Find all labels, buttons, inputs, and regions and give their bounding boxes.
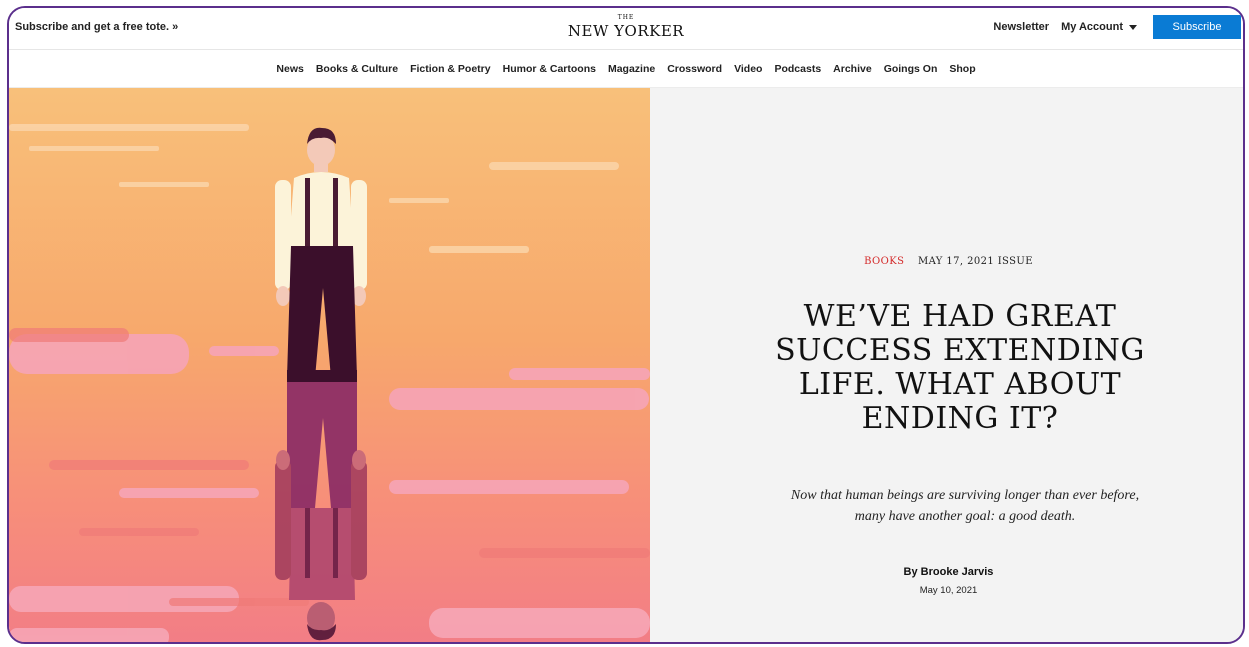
- hero-illustration: [9, 88, 650, 642]
- nav-item-shop[interactable]: Shop: [949, 63, 975, 75]
- byline: By Brooke Jarvis: [650, 566, 1243, 578]
- nav-item-archive[interactable]: Archive: [833, 63, 872, 75]
- top-right-actions: Newsletter My Account Subscribe: [993, 14, 1243, 40]
- nav-item-news[interactable]: News: [276, 63, 303, 75]
- author-link[interactable]: By Brooke Jarvis: [904, 566, 994, 578]
- top-bar: Subscribe and get a free tote. » THE NEW…: [9, 8, 1243, 50]
- nav-item-goings-on[interactable]: Goings On: [884, 63, 938, 75]
- subscribe-button[interactable]: Subscribe: [1153, 15, 1241, 39]
- issue-date: MAY 17, 2021 ISSUE: [917, 256, 1033, 267]
- article-header-panel: BOOKS MAY 17, 2021 ISSUE WE’VE HAD GREAT…: [650, 88, 1243, 642]
- caret-down-icon: [1129, 24, 1137, 30]
- newsletter-link[interactable]: Newsletter: [993, 21, 1049, 33]
- illustration-man-reflection: [9, 88, 650, 642]
- nav-item-video[interactable]: Video: [734, 63, 762, 75]
- nav-item-books-culture[interactable]: Books & Culture: [316, 63, 398, 75]
- article-meta: BOOKS MAY 17, 2021 ISSUE: [650, 256, 1243, 267]
- publish-date: May 10, 2021: [919, 585, 978, 596]
- nav-item-humor-cartoons[interactable]: Humor & Cartoons: [503, 63, 596, 75]
- nav-item-fiction-poetry[interactable]: Fiction & Poetry: [410, 63, 491, 75]
- browser-frame: Subscribe and get a free tote. » THE NEW…: [7, 6, 1245, 644]
- main-nav: News Books & Culture Fiction & Poetry Hu…: [9, 50, 1243, 88]
- nav-item-podcasts[interactable]: Podcasts: [774, 63, 821, 75]
- my-account-menu[interactable]: My Account: [1061, 21, 1137, 33]
- article-dek: Now that human beings are surviving long…: [790, 488, 1140, 524]
- rubric-link[interactable]: BOOKS: [864, 256, 904, 267]
- nav-item-magazine[interactable]: Magazine: [608, 63, 655, 75]
- nav-item-crossword[interactable]: Crossword: [667, 63, 722, 75]
- article-headline: WE’VE HAD GREAT SUCCESS EXTENDING LIFE. …: [775, 299, 1145, 436]
- my-account-label: My Account: [1061, 21, 1123, 33]
